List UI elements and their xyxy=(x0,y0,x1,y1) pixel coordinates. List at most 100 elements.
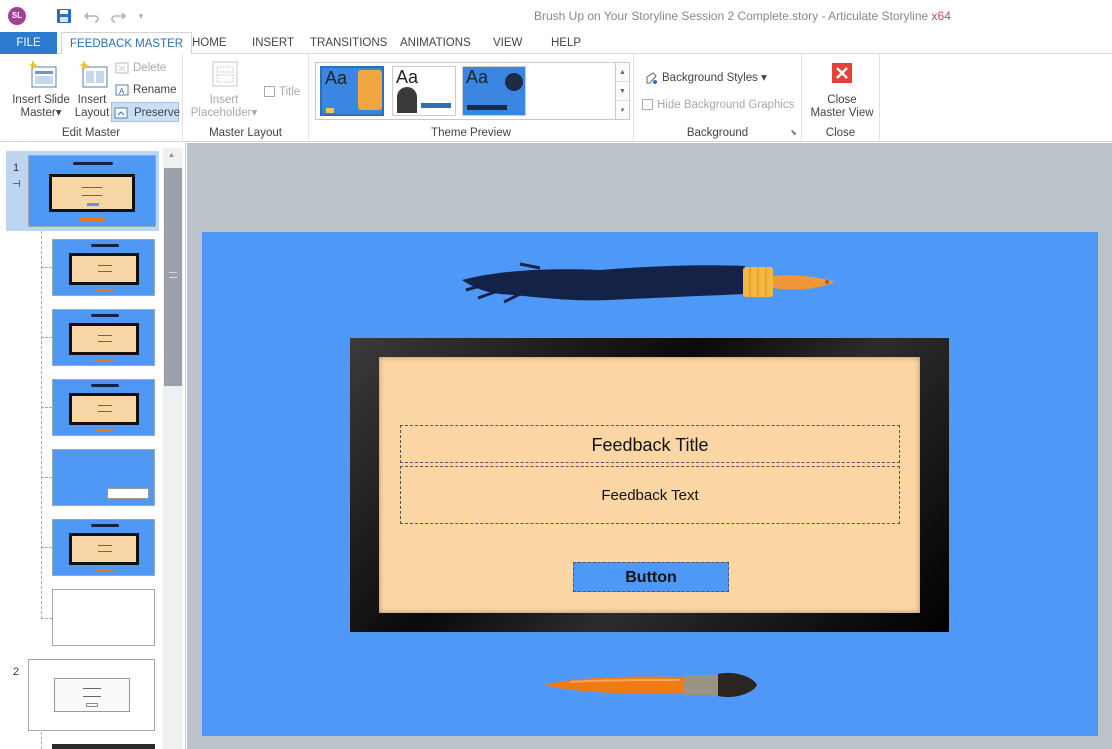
theme-gallery-scroll[interactable]: ▲ ▼ ▾ xyxy=(616,62,630,120)
layout-3-connector xyxy=(41,407,52,408)
title-checkbox-box[interactable] xyxy=(264,86,275,98)
insert-slide-master-button[interactable]: Insert Slide Master▾ xyxy=(6,58,76,120)
ribbon: Insert Slide Master▾ Insert Layout Delet… xyxy=(0,54,1112,142)
close-master-view-button[interactable]: Close Master View xyxy=(806,58,878,120)
layout-2-paintbrush xyxy=(95,359,113,362)
layout-5-thumbnail[interactable] xyxy=(52,519,155,576)
theme-3-image xyxy=(505,73,523,91)
layout-3-paintbrush xyxy=(95,429,113,432)
scroll-grip-icon xyxy=(169,272,177,278)
background-dialog-launcher-icon[interactable]: ⬊ xyxy=(790,128,797,137)
background-group-label: Background xyxy=(686,127,749,139)
preserve-icon xyxy=(114,106,128,120)
theme-1-image xyxy=(358,70,382,110)
theme-1-swatch xyxy=(326,108,334,113)
title-checkbox[interactable]: Title xyxy=(264,82,300,102)
master-1-title-line xyxy=(82,187,102,188)
edit-master-group: Insert Slide Master▾ Insert Layout Delet… xyxy=(0,54,183,142)
paintbrush-graphic[interactable] xyxy=(540,668,760,702)
layout-2-text-line xyxy=(98,341,112,342)
close-icon xyxy=(827,58,857,88)
gallery-down-icon[interactable]: ▼ xyxy=(616,82,629,101)
insert-layout-icon xyxy=(77,58,108,88)
theme-preview-group-label: Theme Preview xyxy=(431,127,511,139)
insert-placeholder-label-1: Insert xyxy=(209,94,239,106)
insert-placeholder-icon xyxy=(209,58,239,88)
feedback-text-placeholder[interactable]: Feedback Text xyxy=(400,466,900,524)
background-styles-button[interactable]: Background Styles ▾ xyxy=(642,68,767,88)
layout-3-brush-stroke xyxy=(91,384,119,387)
tab-feedback-master[interactable]: FEEDBACK MASTER xyxy=(61,32,193,55)
insert-placeholder-label-2: Placeholder▾ xyxy=(190,107,258,119)
layout-1-text-line xyxy=(98,271,112,272)
tab-transitions[interactable]: TRANSITIONS xyxy=(302,32,395,54)
close-master-view-label-1: Close xyxy=(827,94,857,106)
insert-slide-master-label-1: Insert Slide xyxy=(12,94,70,106)
feedback-title-placeholder[interactable]: Feedback Title xyxy=(400,425,900,463)
background-group: Background Styles ▾ Hide Background Grap… xyxy=(634,54,802,142)
rename-button[interactable]: A Rename xyxy=(113,80,176,100)
tab-view[interactable]: VIEW xyxy=(485,32,530,54)
insert-placeholder-button[interactable]: Insert Placeholder▾ xyxy=(189,58,259,120)
preserve-button[interactable]: Preserve xyxy=(111,102,181,122)
theme-1[interactable]: Aa xyxy=(320,66,384,116)
preserve-label: Preserve xyxy=(134,107,181,119)
delete-button[interactable]: Delete xyxy=(113,58,166,78)
layout-5-text-line xyxy=(98,551,112,552)
layout-4-connector xyxy=(41,477,52,478)
layout-5-connector xyxy=(41,547,52,548)
theme-2-swatch xyxy=(421,103,451,108)
close-group-label: Close xyxy=(825,127,856,139)
layout-4-thumbnail[interactable] xyxy=(52,449,155,506)
scroll-up-icon[interactable]: ▲ xyxy=(168,152,175,159)
panel-scrollbar[interactable]: ▲ xyxy=(163,148,183,749)
layout-6-thumbnail[interactable] xyxy=(52,589,155,646)
layout-1-connector xyxy=(41,267,52,268)
redo-icon[interactable] xyxy=(108,6,128,26)
master-1-text-line xyxy=(82,195,102,196)
tab-insert[interactable]: INSERT xyxy=(244,32,302,54)
delete-label: Delete xyxy=(133,62,167,74)
layout-1-frame xyxy=(69,253,139,285)
brush-stroke-graphic[interactable] xyxy=(460,258,840,306)
hide-bg-graphics-label: Hide Background Graphics xyxy=(657,99,795,111)
brush-handle-hole xyxy=(825,280,829,284)
rename-icon: A xyxy=(115,83,129,97)
feedback-button[interactable]: Button xyxy=(573,562,729,592)
layout-3-thumbnail[interactable] xyxy=(52,379,155,436)
tab-animations[interactable]: ANIMATIONS xyxy=(392,32,479,54)
layout-1-brush-stroke xyxy=(91,244,119,247)
paintbrush-ferrule xyxy=(683,675,719,695)
layout-1-paintbrush xyxy=(95,289,113,292)
gallery-up-icon[interactable]: ▲ xyxy=(616,63,629,82)
master-1-thumbnail[interactable] xyxy=(28,155,156,227)
master-2-layout-1-thumbnail[interactable] xyxy=(52,744,155,749)
customize-icon[interactable]: ▾ xyxy=(131,6,151,26)
brush-paint-stroke xyxy=(462,265,746,301)
tab-file[interactable]: FILE xyxy=(0,32,57,54)
master-1-number: 1 xyxy=(13,162,20,174)
gallery-more-icon[interactable]: ▾ xyxy=(616,101,629,120)
paintbrush-bristles xyxy=(718,672,757,698)
insert-layout-button[interactable]: Insert Layout xyxy=(72,58,112,120)
tab-help[interactable]: HELP xyxy=(543,32,589,54)
undo-icon[interactable] xyxy=(82,6,102,26)
theme-2[interactable]: Aa xyxy=(392,66,456,116)
hide-bg-graphics-box[interactable] xyxy=(642,99,653,111)
master-2-box xyxy=(54,678,130,712)
layout-2-thumbnail[interactable] xyxy=(52,309,155,366)
theme-3[interactable]: Aa xyxy=(462,66,526,116)
master-2-thumbnail[interactable] xyxy=(28,659,155,731)
tab-home[interactable]: HOME xyxy=(184,32,235,54)
theme-2-image xyxy=(397,87,417,113)
save-icon[interactable] xyxy=(54,6,74,26)
ribbon-tabs: FILE FEEDBACK MASTER HOME INSERT TRANSIT… xyxy=(0,32,1112,55)
insert-slide-master-label-2: Master▾ xyxy=(20,107,62,119)
background-styles-icon xyxy=(644,71,658,85)
master-2-title-line xyxy=(83,688,101,689)
scrollbar-thumb[interactable] xyxy=(164,168,182,386)
layout-1-thumbnail[interactable] xyxy=(52,239,155,296)
hide-background-graphics-checkbox[interactable]: Hide Background Graphics xyxy=(642,95,794,115)
master-1-paintbrush xyxy=(79,218,105,221)
theme-gallery: Aa Aa Aa xyxy=(315,62,616,120)
